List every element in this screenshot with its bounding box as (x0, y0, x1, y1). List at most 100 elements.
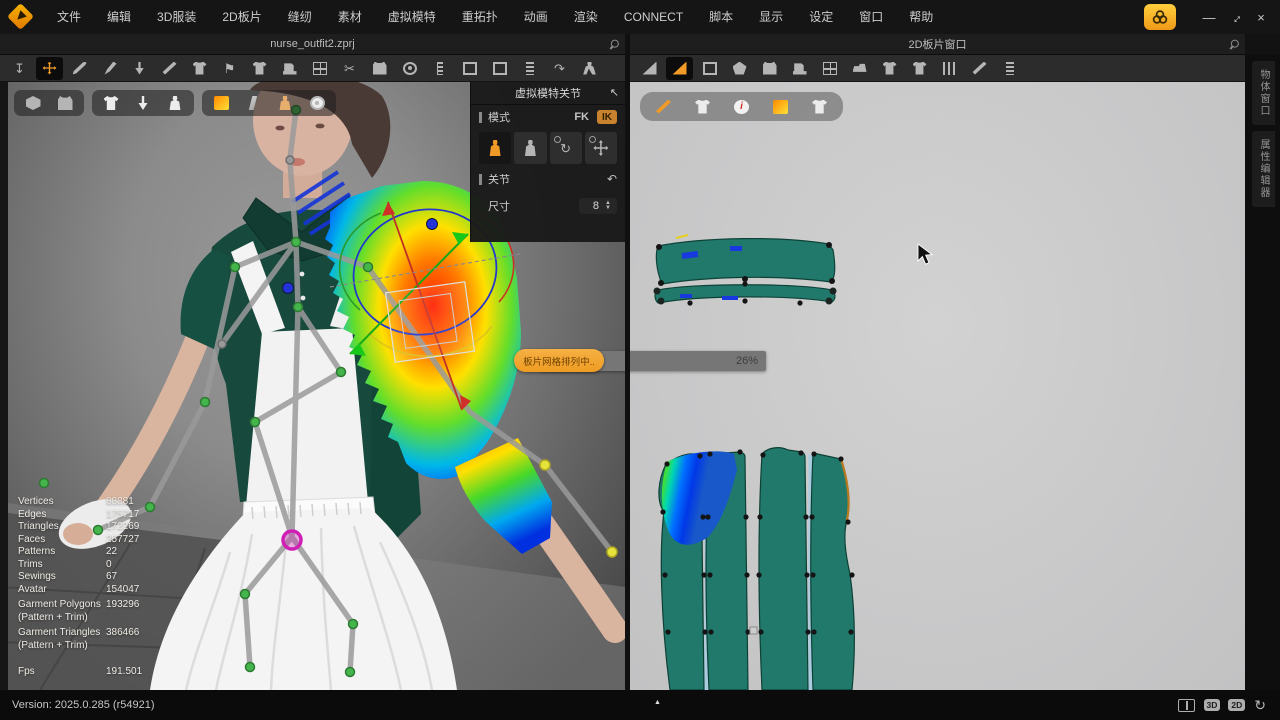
info-button[interactable] (728, 95, 755, 118)
ik-all-button[interactable] (479, 132, 511, 164)
elastic-button[interactable] (996, 57, 1023, 80)
menu-item-13[interactable]: 设定 (796, 0, 846, 34)
viewport-2d[interactable] (630, 82, 1245, 690)
resize-button[interactable]: ↔ (1224, 6, 1246, 28)
tack-button[interactable] (276, 57, 303, 80)
walk-animation-button[interactable] (576, 57, 603, 80)
size-input[interactable]: 8 ▲▼ (579, 198, 617, 214)
brush-button[interactable] (96, 57, 123, 80)
menu-item-8[interactable]: 动画 (511, 0, 561, 34)
needle-button[interactable] (156, 57, 183, 80)
focus-target-button[interactable] (306, 93, 328, 113)
side-tab-0[interactable]: 物体窗口 (1252, 61, 1275, 125)
stroke-pen-button[interactable] (650, 95, 677, 118)
refresh-icon[interactable]: ↻ (1254, 698, 1266, 712)
sewing-machine-button[interactable] (786, 57, 813, 80)
dash-line-button[interactable] (966, 57, 993, 80)
collapse-arrow-icon[interactable]: ↖ (610, 86, 619, 99)
grab-button[interactable]: ⚑ (216, 57, 243, 80)
menu-item-11[interactable]: 脚本 (696, 0, 746, 34)
menu-item-7[interactable]: 重拓扑 (449, 0, 511, 34)
menu-item-9[interactable]: 渲染 (561, 0, 611, 34)
move-joint-button[interactable] (585, 132, 617, 164)
fold-shirt-button[interactable] (906, 57, 933, 80)
mesh-cube-button[interactable] (22, 93, 44, 113)
shirt-view-button[interactable] (100, 93, 122, 113)
spin-down-icon[interactable]: ▼ (605, 206, 611, 211)
grab-icon: ⚑ (224, 62, 236, 75)
style3d-logo-button[interactable] (1144, 4, 1176, 30)
rectangle-tool-button[interactable] (696, 57, 723, 80)
stressmap-view-button[interactable] (210, 93, 232, 113)
shirt-button[interactable] (876, 57, 903, 80)
titlebar-3d[interactable]: nurse_outfit2.zprj (0, 34, 625, 55)
shirt-stress-button[interactable] (806, 95, 833, 118)
menu-item-2[interactable]: 3D服装 (144, 0, 209, 34)
shirt-white-button[interactable] (689, 95, 716, 118)
fk-button[interactable]: FK (574, 111, 589, 123)
avatar-view-button[interactable] (164, 93, 186, 113)
binding-button[interactable] (456, 57, 483, 80)
split-view-icon[interactable] (1178, 699, 1195, 712)
iron-button[interactable] (846, 57, 873, 80)
pin-view-button[interactable] (132, 93, 154, 113)
transform-tool-button[interactable] (636, 57, 663, 80)
menu-item-10[interactable]: CONNECT (611, 0, 696, 34)
app-logo-icon[interactable] (8, 5, 34, 29)
stretch-garment-button[interactable] (186, 57, 213, 80)
edit-pattern-tool-button[interactable] (666, 57, 693, 80)
piping-button[interactable] (486, 57, 513, 80)
ik-button[interactable]: IK (597, 110, 617, 124)
reset-joints-icon[interactable]: ↶ (607, 172, 617, 186)
size-spinner[interactable]: ▲▼ (605, 201, 611, 211)
joint-panel-header[interactable]: 虚拟模特关节 ↖ (471, 82, 625, 105)
strainmap-view-button[interactable] (242, 93, 264, 113)
ik-single-button[interactable] (514, 132, 546, 164)
pin-icon-2d[interactable] (1226, 37, 1241, 52)
view-button-3d[interactable]: 3D (1204, 699, 1221, 712)
bend-button[interactable]: ↷ (546, 57, 573, 80)
simulate-button[interactable]: ↧ (6, 57, 33, 80)
menu-item-6[interactable]: 虚拟模特 (375, 0, 449, 34)
pattern-piece-bodice-right[interactable] (756, 448, 854, 690)
pattern-piece-bodice-left[interactable] (659, 449, 757, 690)
menu-item-4[interactable]: 缝纫 (275, 0, 325, 34)
rotate-joint-button[interactable]: ↻ (550, 132, 582, 164)
pin-tool-button[interactable] (126, 57, 153, 80)
pleats-button[interactable] (936, 57, 963, 80)
view-button-2d[interactable]: 2D (1228, 699, 1245, 712)
pattern-piece-button[interactable] (756, 57, 783, 80)
pin-icon[interactable] (606, 37, 621, 52)
menu-item-12[interactable]: 显示 (746, 0, 796, 34)
cut-button[interactable]: ✂ (336, 57, 363, 80)
menu-item-3[interactable]: 2D板片 (209, 0, 274, 34)
menu-item-0[interactable]: 文件 (44, 0, 94, 34)
zipper-button[interactable] (426, 57, 453, 80)
arrange-shirt-button[interactable] (246, 57, 273, 80)
stressmap-button[interactable] (767, 95, 794, 118)
pin-garment-button[interactable] (366, 57, 393, 80)
menu-item-5[interactable]: 素材 (325, 0, 375, 34)
wireframe-garment-button[interactable] (54, 93, 76, 113)
pattern-piece-collar-b[interactable] (654, 281, 837, 305)
pane-divider[interactable] (625, 34, 630, 690)
menu-item-15[interactable]: 帮助 (896, 0, 946, 34)
grid-button[interactable] (816, 57, 843, 80)
root-joint-selected[interactable] (283, 531, 301, 549)
titlebar-2d[interactable]: 2D板片窗口 (630, 34, 1245, 55)
side-tab-1[interactable]: 属性编辑器 (1252, 131, 1275, 207)
minimize-button[interactable]: — (1198, 6, 1220, 28)
polygon-tool-button[interactable] (726, 57, 753, 80)
pattern-piece-collar-a[interactable] (656, 235, 835, 286)
topstitch-button[interactable] (516, 57, 543, 80)
menu-item-14[interactable]: 窗口 (846, 0, 896, 34)
pen-3d-button[interactable] (66, 57, 93, 80)
menu-item-1[interactable]: 编辑 (94, 0, 144, 34)
target-select-button[interactable] (396, 57, 423, 80)
grid-arrange-button[interactable] (306, 57, 333, 80)
viewport-3d[interactable]: Vertices88881Edges175717Triangles172269F… (0, 82, 625, 690)
close-button[interactable]: × (1250, 6, 1272, 28)
move-tool-button[interactable] (36, 57, 63, 80)
avatar-xray-button[interactable] (274, 93, 296, 113)
divider-handle-icon[interactable]: ▲ (654, 699, 661, 706)
